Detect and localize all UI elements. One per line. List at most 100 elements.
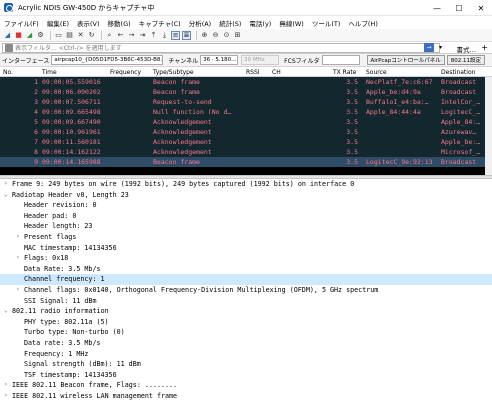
- go-forward-icon[interactable]: →: [127, 31, 136, 40]
- detail-line[interactable]: Frequency: 1 MHz: [0, 349, 492, 360]
- packet-row[interactable]: 1 09:00:05.559016 Beacon frame 3.5 NecPlatf_…: [0, 77, 492, 87]
- expand-arrow-icon[interactable]: ›: [4, 380, 8, 391]
- detail-line[interactable]: Header revision: 0: [0, 200, 492, 211]
- auto-scroll-icon[interactable]: ≡: [171, 30, 180, 40]
- menu-go[interactable]: 移動(G): [104, 18, 135, 28]
- column-tx-rate[interactable]: TX Rate: [333, 69, 356, 76]
- detail-line[interactable]: SSI Signal: 11 dBm: [0, 296, 492, 307]
- airpcap-control-panel-button[interactable]: AirPcapコントロールパネル: [366, 55, 445, 65]
- reload-icon[interactable]: ↻: [87, 31, 96, 40]
- expand-arrow-icon[interactable]: ›: [16, 285, 20, 296]
- menu-file[interactable]: ファイル(F): [0, 18, 43, 28]
- column-time[interactable]: Time: [42, 69, 57, 76]
- go-to-packet-icon[interactable]: ⇥: [138, 31, 147, 40]
- detail-line[interactable]: Turbo type: Non-turbo (0): [0, 327, 492, 338]
- shark-fin-start-icon[interactable]: ◢: [3, 31, 12, 40]
- close-file-icon[interactable]: ✕: [76, 31, 85, 40]
- stop-capture-icon[interactable]: ■: [14, 31, 23, 40]
- expand-arrow-icon[interactable]: ›: [16, 253, 20, 264]
- interface-label: インターフェース: [2, 57, 50, 65]
- find-packet-icon[interactable]: ⌕: [105, 31, 114, 40]
- display-filter-input[interactable]: 表示フィルタ… <Ctrl-/> を適用します: [2, 42, 440, 53]
- detail-line[interactable]: Channel frequency: 1: [0, 274, 492, 285]
- minimize-button[interactable]: —: [426, 0, 448, 16]
- packet-cell-time: 09:00:07.506711: [42, 98, 101, 106]
- packet-list-scrollbar[interactable]: [485, 77, 492, 175]
- last-packet-icon[interactable]: ⤓: [160, 31, 169, 40]
- detail-line[interactable]: › Channel flags: 0x0140, Orthogonal Frequ…: [0, 285, 492, 296]
- packet-row[interactable]: 6 09:00:10.961961 Acknowledgement 3.5 Azurew…: [0, 127, 492, 137]
- column-source[interactable]: Source: [366, 69, 387, 76]
- channel-width-select[interactable]: 20 MHz: [241, 55, 280, 65]
- menu-help[interactable]: ヘルプ(H): [344, 18, 381, 28]
- detail-line[interactable]: › Flags: 0x18: [0, 253, 492, 264]
- fcs-filter-select[interactable]: [321, 55, 360, 65]
- resize-columns-icon[interactable]: ⊞: [233, 31, 242, 40]
- column-type-subtype[interactable]: Type/Subtype: [153, 69, 194, 76]
- zoom-out-icon[interactable]: ⊖: [211, 31, 220, 40]
- column-destination[interactable]: Destination: [441, 69, 475, 76]
- filter-dropdown-icon[interactable]: ▾: [439, 44, 442, 51]
- open-file-icon[interactable]: ▭: [54, 31, 63, 40]
- bookmark-icon[interactable]: [5, 43, 13, 52]
- expand-arrow-icon[interactable]: ›: [16, 232, 20, 243]
- packet-row[interactable]: 4 09:00:09.665498 Null function (No d… 3.5 A…: [0, 107, 492, 117]
- detail-line[interactable]: Data Rate: 3.5 Mb/s: [0, 264, 492, 275]
- detail-line[interactable]: Data rate: 3.5 Mb/s: [0, 338, 492, 349]
- menu-telephony[interactable]: 電話(y): [245, 18, 275, 28]
- zoom-reset-icon[interactable]: ⊙: [222, 31, 231, 40]
- menu-statistics[interactable]: 統計(S): [215, 18, 245, 28]
- expand-arrow-icon[interactable]: ›: [4, 391, 8, 402]
- collapse-arrow-icon[interactable]: ⌄: [4, 306, 8, 317]
- capture-options-icon[interactable]: ⚙: [36, 31, 45, 40]
- detail-line[interactable]: MAC timestamp: 14134356: [0, 243, 492, 254]
- packet-row[interactable]: 9 09:00:14.165988 Beacon frame 3.5 LogitecC_…: [0, 157, 492, 167]
- colorize-icon[interactable]: ≣: [182, 30, 191, 40]
- packet-cell-time: 09:00:05.559016: [42, 78, 101, 86]
- detail-line[interactable]: › Present flags: [0, 232, 492, 243]
- column-rssi[interactable]: RSSI: [246, 69, 260, 76]
- detail-line[interactable]: Header pad: 0: [0, 211, 492, 222]
- detail-line[interactable]: › Frame 9: 249 bytes on wire (1992 bits),…: [0, 179, 492, 190]
- packet-details-pane[interactable]: › Frame 9: 249 bytes on wire (1992 bits),…: [0, 179, 492, 413]
- column-no[interactable]: No.: [3, 69, 13, 76]
- expression-button[interactable]: 書式…: [457, 44, 477, 54]
- packet-row[interactable]: 8 09:00:14.162122 Acknowledgement 3.5 Micros…: [0, 147, 492, 157]
- save-file-icon[interactable]: ▤: [65, 31, 74, 40]
- menu-tools[interactable]: ツール(T): [308, 18, 345, 28]
- apply-filter-arrow-icon[interactable]: →: [424, 43, 434, 52]
- wlan-settings-button[interactable]: 802.11設定: [446, 55, 486, 65]
- menu-edit[interactable]: 編集(E): [43, 18, 73, 28]
- detail-line[interactable]: ⌄ 802.11 radio information: [0, 306, 492, 317]
- first-packet-icon[interactable]: ⤒: [149, 31, 158, 40]
- detail-line[interactable]: PHY type: 802.11a (5): [0, 317, 492, 328]
- go-back-icon[interactable]: ←: [116, 31, 125, 40]
- interface-select[interactable]: airpcap10_{D05D1FD5-3B6C-453D-B8…: [51, 55, 164, 65]
- detail-line[interactable]: › IEEE 802.11 wireless LAN management fra…: [0, 391, 492, 402]
- menu-view[interactable]: 表示(V): [73, 18, 104, 28]
- packet-row[interactable]: 7 09:00:11.560181 Acknowledgement 3.5 Apple_…: [0, 137, 492, 147]
- menu-capture[interactable]: キャプチャ(C): [135, 18, 185, 28]
- detail-line[interactable]: Header length: 23: [0, 221, 492, 232]
- zoom-in-icon[interactable]: ⊕: [200, 31, 209, 40]
- packet-row[interactable]: 5 09:00:09.667490 Acknowledgement 3.5 Apple_…: [0, 117, 492, 127]
- menu-wireless[interactable]: 無線(W): [275, 18, 308, 28]
- menu-analyze[interactable]: 分析(A): [185, 18, 216, 28]
- maximize-button[interactable]: ☐: [448, 0, 470, 16]
- packet-row[interactable]: 2 09:00:06.090202 Beacon frame 3.5 Apple_be:…: [0, 87, 492, 97]
- restart-capture-icon[interactable]: ◢: [25, 31, 34, 40]
- detail-line[interactable]: › IEEE 802.11 Beacon frame, Flags: ......…: [0, 380, 492, 391]
- packet-list[interactable]: No. Time Frequency Type/Subtype RSSI CH …: [0, 67, 492, 175]
- toolbar-separator: [196, 30, 197, 40]
- packet-row[interactable]: 3 09:00:07.506711 Request-to-send 3.5 Buffal…: [0, 97, 492, 107]
- detail-line[interactable]: Signal strength (dBm): 11 dBm: [0, 359, 492, 370]
- expand-arrow-icon[interactable]: ›: [4, 179, 8, 190]
- column-frequency[interactable]: Frequency: [110, 69, 141, 76]
- channel-select[interactable]: 36 · 5.180…: [200, 55, 239, 65]
- add-filter-button-icon[interactable]: +: [481, 43, 488, 52]
- detail-line[interactable]: ⌄ Radiotap Header v0, Length 23: [0, 190, 492, 201]
- column-ch[interactable]: CH: [272, 69, 281, 76]
- close-button[interactable]: ✕: [470, 0, 492, 16]
- collapse-arrow-icon[interactable]: ⌄: [4, 190, 8, 201]
- detail-line[interactable]: TSF timestamp: 14134356: [0, 370, 492, 381]
